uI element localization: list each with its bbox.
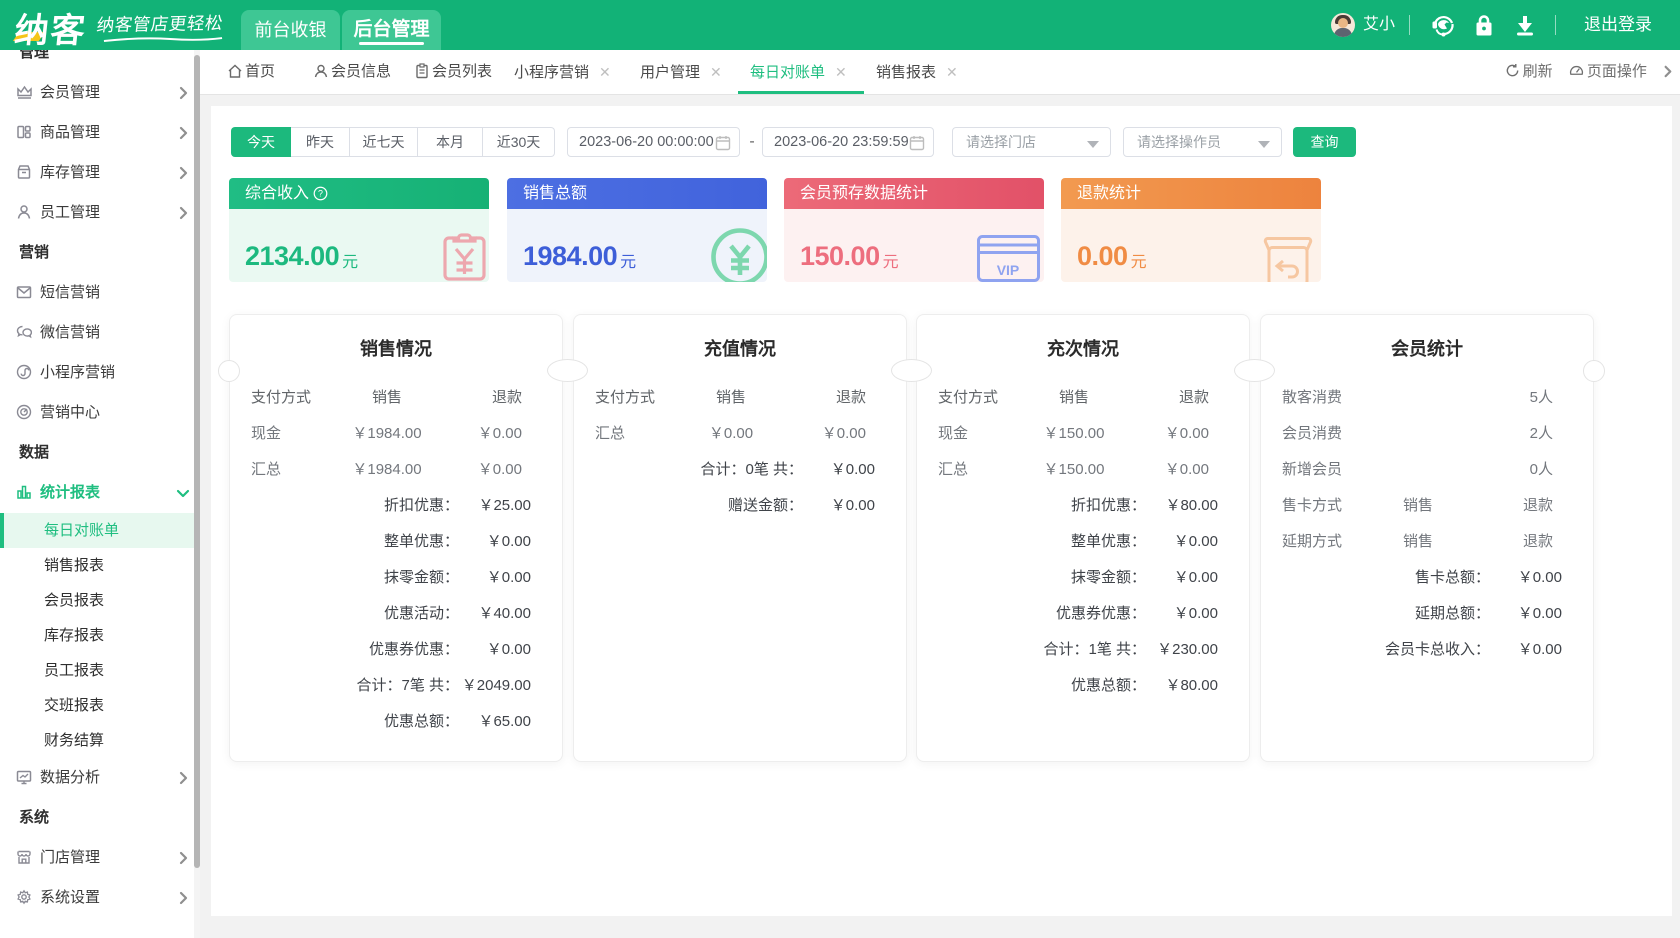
svg-text:?: ? (318, 188, 323, 198)
svg-text:VIP: VIP (997, 262, 1020, 278)
